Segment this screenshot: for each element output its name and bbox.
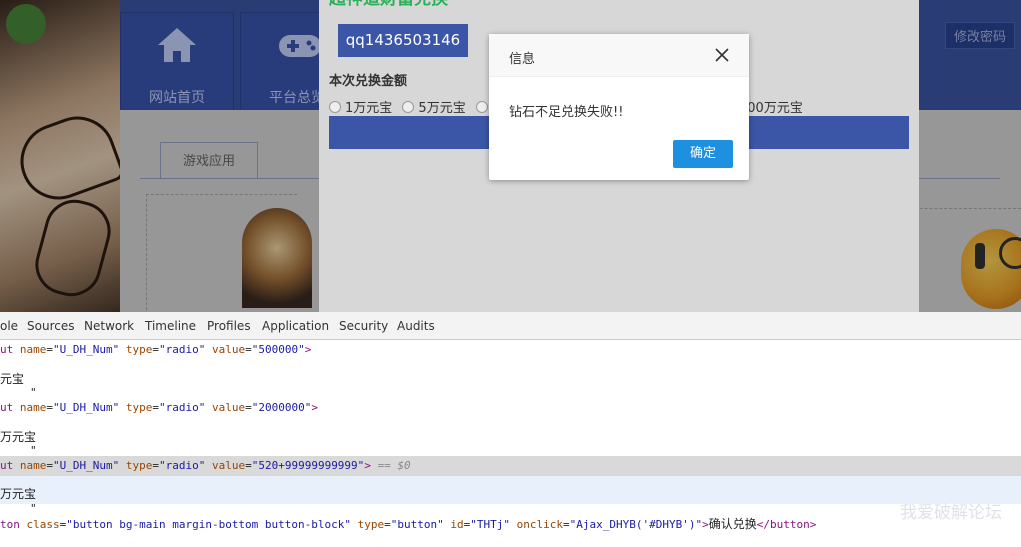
dialog-title: 信息 (509, 52, 536, 67)
dom-tree: ut name="U_DH_Num" type="radio" value="5… (0, 340, 1021, 547)
close-icon[interactable] (715, 48, 729, 62)
radio-button[interactable] (329, 101, 341, 113)
dom-line-button[interactable]: ton class="button bg-main margin-bottom … (0, 514, 1021, 534)
radio-button[interactable] (475, 101, 488, 113)
option-label: 1万元宝 (345, 101, 393, 116)
web-page: 网站首页 平台总览 修改密码 游戏应用 超神道财富兑换 qq1436503146… (0, 0, 1021, 312)
tab-sources[interactable]: Sources (27, 319, 74, 333)
dom-line-input-selected[interactable]: ut name="U_DH_Num" type="radio" value="5… (0, 456, 1021, 476)
ok-button[interactable]: 确定 (673, 140, 733, 168)
devtools-panel: ole Sources Network Timeline Profiles Ap… (0, 312, 1021, 547)
forum-watermark: 我爱破解论坛 (900, 503, 1002, 523)
dom-text-node[interactable]: 万元宝 (0, 476, 1021, 504)
panel-title: 超神道财富兑换 (329, 0, 448, 9)
radio-button[interactable] (402, 101, 415, 113)
dom-line-input-2000000[interactable]: ut name="U_DH_Num" type="radio" value="2… (0, 398, 1021, 418)
amount-label: 本次兑换金额 (329, 74, 408, 89)
option-1[interactable]: 1万元宝 (329, 101, 392, 116)
username-button[interactable]: qq1436503146 (338, 24, 468, 57)
option-label: 5万元宝 (418, 101, 466, 116)
dialog-header: 信息 (489, 34, 749, 77)
amount-options: 1万元宝 5万元宝 (329, 97, 498, 116)
option-2[interactable]: 5万元宝 (402, 101, 466, 116)
tab-timeline[interactable]: Timeline (145, 319, 196, 333)
tab-console[interactable]: ole (0, 319, 18, 333)
tab-audits[interactable]: Audits (397, 319, 435, 333)
tab-security[interactable]: Security (339, 319, 388, 333)
info-dialog: 信息 钻石不足兑换失败!! 确定 (489, 34, 749, 180)
devtools-tabs: ole Sources Network Timeline Profiles Ap… (0, 312, 1021, 340)
tab-profiles[interactable]: Profiles (207, 319, 251, 333)
tab-application[interactable]: Application (262, 319, 329, 333)
dom-line-input-500000[interactable]: ut name="U_DH_Num" type="radio" value="5… (0, 340, 1021, 360)
tab-network[interactable]: Network (84, 319, 134, 333)
dialog-message: 钻石不足兑换失败!! (509, 105, 624, 120)
